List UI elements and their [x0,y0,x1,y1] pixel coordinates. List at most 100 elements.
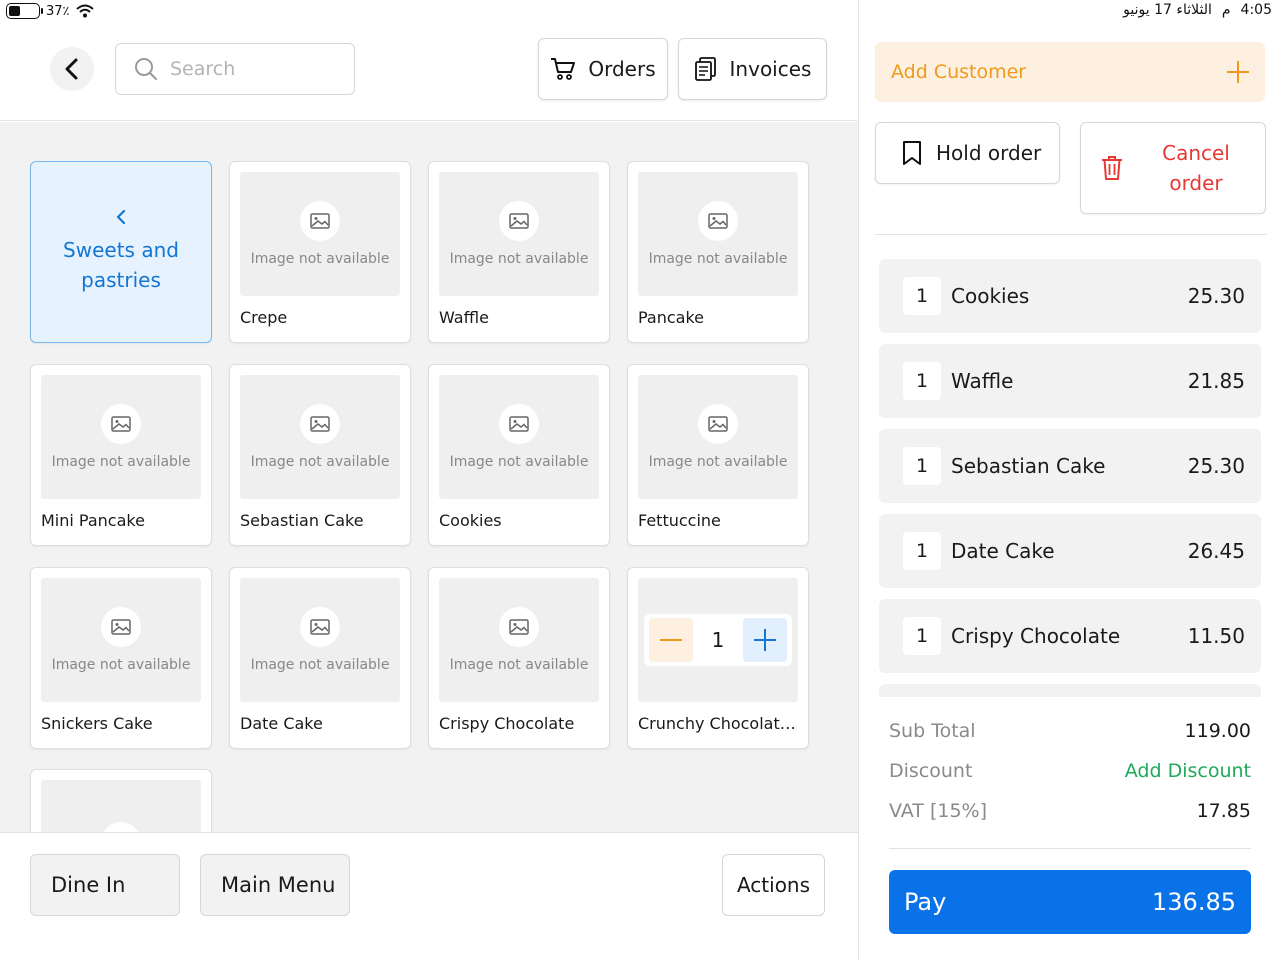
hold-order-button[interactable]: Hold order [875,122,1060,184]
main-menu-label: Main Menu [221,873,336,897]
item-name: Sebastian Cake [951,454,1106,478]
minus-icon [660,639,682,641]
image-icon [310,213,330,229]
status-bar-left: 37٪ [6,3,94,19]
dine-in-button[interactable]: Dine In [30,854,180,916]
main-menu-button[interactable]: Main Menu [200,854,350,916]
status-bar-right: 4:05 م الثلاثاء 17 يونيو [1123,2,1272,18]
chevron-left-icon [65,58,78,80]
status-time: 4:05 [1240,2,1272,18]
order-item-row[interactable]: 1 Cookies 25.30 [879,259,1261,333]
product-image-placeholder: Image not available [41,578,201,702]
order-item-row[interactable]: 1 Sebastian Cake 25.30 [879,429,1261,503]
back-button[interactable] [50,47,94,91]
pay-button[interactable]: Pay 136.85 [889,870,1251,934]
search-input[interactable] [170,58,330,80]
image-icon [708,213,728,229]
quantity-value: 1 [711,628,725,652]
image-icon [708,416,728,432]
decrement-button[interactable] [649,618,693,662]
category-label: Sweets and pastries [63,238,179,292]
product-tile[interactable]: 1 Crunchy Chocolate ... [627,567,809,749]
order-items-list[interactable]: 1 Cookies 25.30 1 Waffle 21.85 1 Sebasti… [879,259,1261,697]
product-name: Snickers Cake [41,714,153,733]
product-image-placeholder: Image not available [240,172,400,296]
item-price: 21.85 [1187,369,1245,393]
cart-icon [551,58,576,80]
image-unavailable-text: Image not available [449,454,589,470]
image-icon [310,416,330,432]
status-ampm: م [1221,2,1231,18]
image-unavailable-text: Image not available [250,454,390,470]
invoices-label: Invoices [729,57,812,81]
cancel-order-button[interactable]: Cancel order [1080,122,1266,214]
wifi-icon [75,4,94,18]
invoices-button[interactable]: Invoices [678,38,827,100]
order-item-row[interactable]: 1 Date Cake 26.45 [879,514,1261,588]
battery-icon [6,3,43,19]
product-tile[interactable]: Image not available Date Cake [229,567,411,749]
product-tile[interactable]: Image not available Cookies [428,364,610,546]
product-tile[interactable] [30,769,212,832]
product-tile[interactable]: Image not available Snickers Cake [30,567,212,749]
image-unavailable-text: Image not available [51,454,191,470]
item-price: 26.45 [1187,539,1245,563]
product-image-placeholder: Image not available [41,375,201,499]
item-price: 25.30 [1187,284,1245,308]
product-tile[interactable]: Image not available Crispy Chocolate [428,567,610,749]
subtotal-value: 119.00 [1184,720,1251,742]
image-unavailable-text: Image not available [648,251,788,267]
order-item-row[interactable] [879,684,1261,697]
increment-button[interactable] [742,618,787,662]
vat-value: 17.85 [1196,800,1251,822]
product-tile[interactable]: Image not available Waffle [428,161,610,343]
orders-button[interactable]: Orders [538,38,668,100]
product-name: Fettuccine [638,511,721,530]
order-item-row[interactable]: 1 Crispy Chocolate 11.50 [879,599,1261,673]
product-name: Date Cake [240,714,323,733]
order-item-row[interactable]: 1 Waffle 21.85 [879,344,1261,418]
top-bar: Orders Invoices [0,0,858,121]
image-unavailable-text: Image not available [648,454,788,470]
image-unavailable-text: Image not available [449,657,589,673]
image-icon [111,416,131,432]
bookmark-icon [903,141,921,165]
category-tile[interactable]: Sweets and pastries [30,161,212,343]
product-tile[interactable]: Image not available Pancake [627,161,809,343]
add-discount-link[interactable]: Add Discount [1125,760,1251,782]
product-name: Sebastian Cake [240,511,364,530]
product-image-placeholder: Image not available [638,375,798,499]
image-unavailable-text: Image not available [250,251,390,267]
subtotal-label: Sub Total [889,720,976,742]
product-image-placeholder: Image not available [439,578,599,702]
product-tile[interactable]: Image not available Fettuccine [627,364,809,546]
product-image-placeholder: Image not available [439,375,599,499]
product-quantity-overlay: 1 [638,578,798,702]
item-price: 25.30 [1187,454,1245,478]
image-icon [509,213,529,229]
quantity-stepper[interactable]: 1 [644,614,792,666]
actions-label: Actions [736,873,811,897]
search-icon [135,58,157,80]
search-box[interactable] [115,43,355,95]
actions-button[interactable]: Actions [722,854,825,916]
vat-label: VAT [15%] [889,800,988,822]
add-customer-button[interactable]: Add Customer [875,42,1265,102]
product-tile[interactable]: Image not available Crepe [229,161,411,343]
cancel-order-label: Cancel order [1162,141,1230,195]
product-image-placeholder: Image not available [439,172,599,296]
cart-pane: Add Customer Hold order Cancel order 1 C… [858,0,1280,960]
hold-order-label: Hold order [936,141,1042,165]
item-qty: 1 [903,447,941,485]
item-name: Crispy Chocolate [951,624,1121,648]
product-image-placeholder: Image not available [240,375,400,499]
product-tile[interactable]: Image not available Sebastian Cake [229,364,411,546]
product-name: Crispy Chocolate [439,714,575,733]
image-unavailable-text: Image not available [51,657,191,673]
product-image-placeholder: Image not available [240,578,400,702]
bottom-bar: Dine In Main Menu Actions [0,832,858,960]
product-tile[interactable]: Image not available Mini Pancake [30,364,212,546]
product-name: Waffle [439,308,489,327]
discount-row: Discount Add Discount [889,760,1251,782]
product-image-placeholder [41,780,201,832]
